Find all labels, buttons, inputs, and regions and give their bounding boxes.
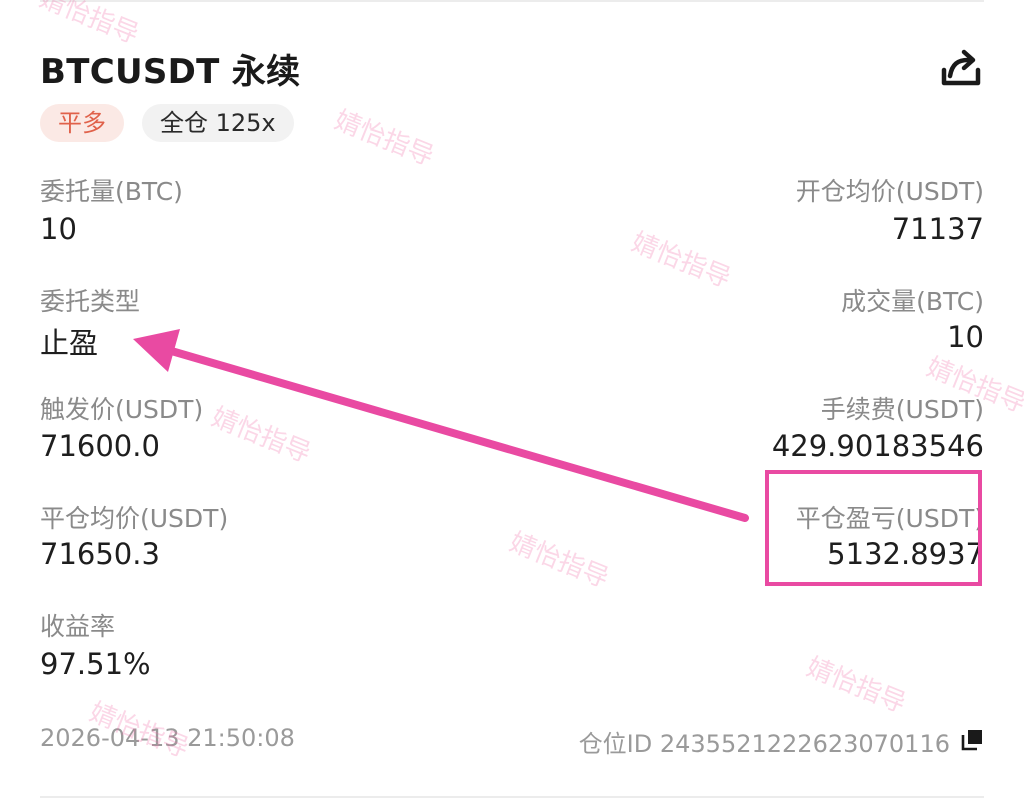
annotation-arrow [133,329,749,522]
order-detail-card: BTCUSDT 永续 平多 全仓 125x 委托量(BTC) 10 开仓均价(U… [0,0,1024,809]
